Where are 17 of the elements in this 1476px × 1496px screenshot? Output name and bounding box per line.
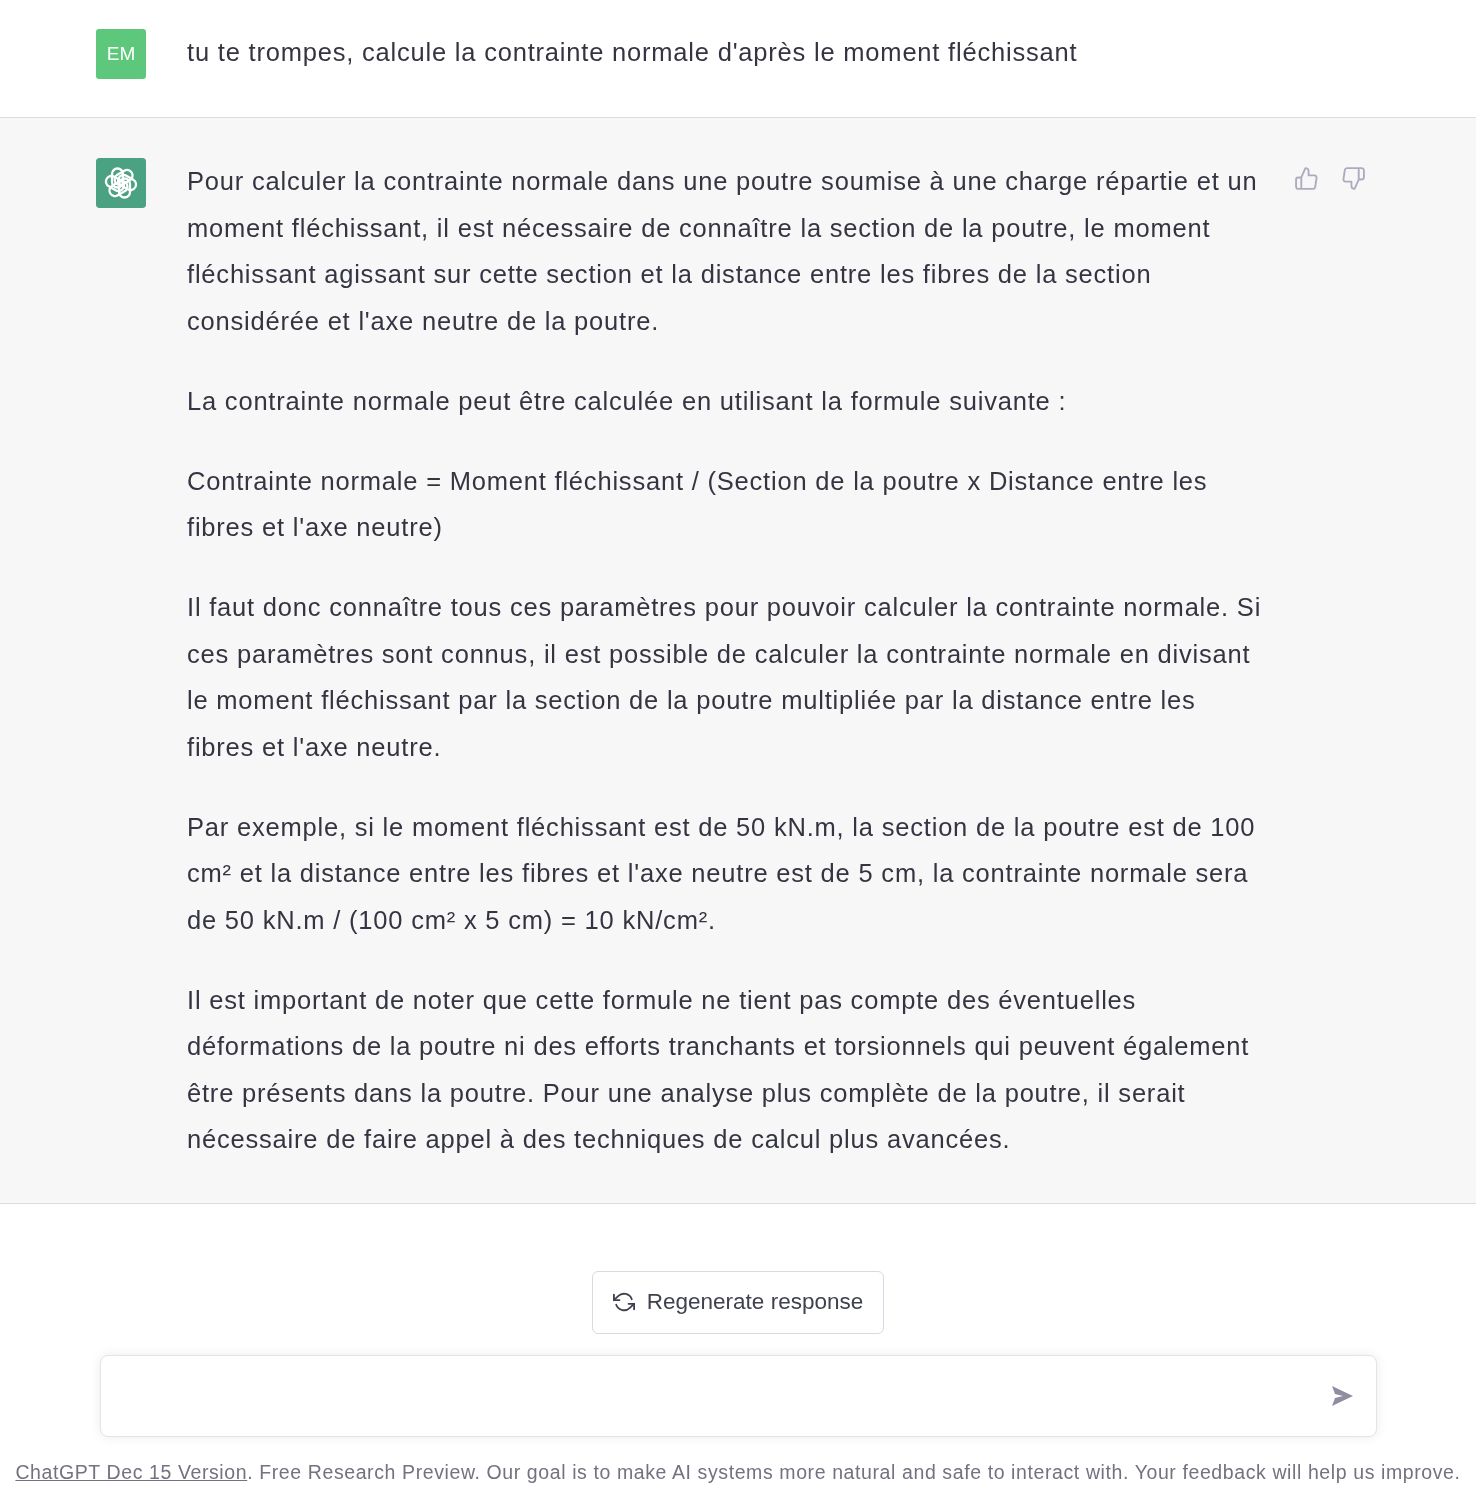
refresh-icon: [612, 1291, 635, 1313]
user-message-text: tu te trompes, calcule la contrainte normale d'après le moment fléchissant: [187, 37, 1079, 68]
send-icon[interactable]: [1329, 1384, 1354, 1407]
response-paragraph: Il est important de noter que cette formule ne tient pas compte des éventuelles déformations de la poutre ni des efforts tranchants et torsionnels qui peuvent également être présents dans la poutre. Pour une analyse plus complète de la poutre, il serait nécessaire de faire appel à des techniques de calcul plus avancées.: [187, 984, 1251, 1155]
response-paragraph: Par exemple, si le moment fléchissant est de 50 kN.m, la section de la poutre est de 100 cm² et la distance entre les fibres et l'axe neutre est de 5 cm, la contrainte normale sera de 50 kN.m / (100 cm² x 5 cm) = 10 kN/cm².: [187, 811, 1257, 936]
response-paragraph: Contrainte normale = Moment fléchissant / (Section de la poutre x Distance entre les fibres et l'axe neutre): [187, 465, 1209, 543]
user-avatar: EM: [96, 29, 146, 79]
message-input[interactable]: [99, 1354, 1377, 1437]
thumbs-down-icon[interactable]: [1341, 166, 1366, 191]
response-paragraph: La contrainte normale peut être calculée en utilisant la formule suivante :: [187, 385, 1068, 417]
response-paragraph: Il faut donc connaître tous ces paramètres pour pouvoir calculer la contrainte normale. Si ces paramètres sont connus, il est possible de calculer la contrainte normale en divisant le moment fléchissant par la section de la poutre multipliée par la distance entre les fibres et l'axe neutre.: [187, 592, 1263, 763]
regenerate-button[interactable]: Regenerate response: [591, 1270, 885, 1334]
version-link[interactable]: ChatGPT Dec 15 Version: [15, 1460, 248, 1483]
logo-avatar-icon: [96, 158, 146, 208]
response-paragraph: Pour calculer la contrainte normale dans une poutre soumise à une charge répartie et un moment fléchissant, il est nécessaire de connaître la section de la poutre, le moment fléchissant agissant sur cette section et la distance entre les fibres de la section considérée et l'axe neutre de la poutre.: [187, 166, 1259, 337]
thumbs-up-icon[interactable]: [1294, 166, 1319, 191]
footer-text: ChatGPT Dec 15 Version. Free Research Preview. Our goal is to make AI systems more natural and safe to interact with. Your feedback will help us improve.: [15, 1459, 1461, 1485]
